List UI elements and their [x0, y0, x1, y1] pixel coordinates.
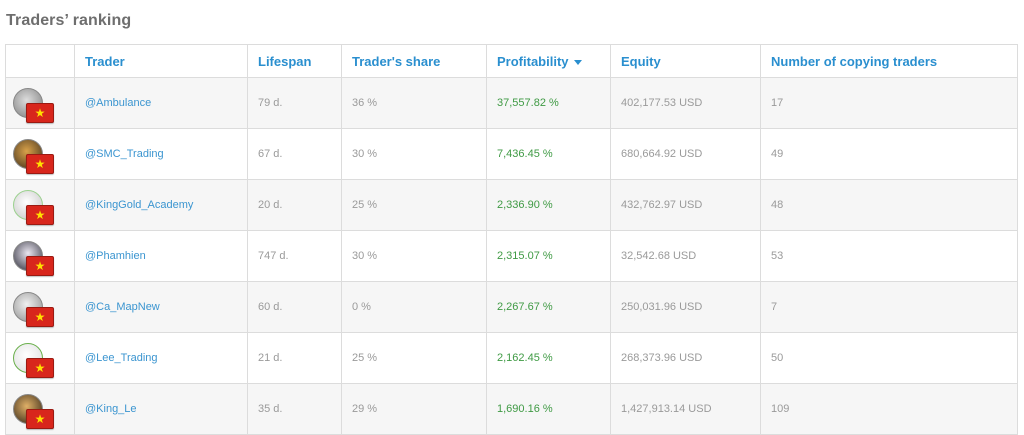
- share-cell: 0 %: [341, 281, 487, 333]
- copying-traders-cell: 109: [760, 383, 1018, 435]
- trader-cell: @SMC_Trading: [74, 128, 248, 180]
- table-row: ★ @Lee_Trading 21 d. 25 % 2,162.45 % 268…: [5, 332, 1018, 384]
- profitability-cell: 2,336.90 %: [486, 179, 611, 231]
- avatar[interactable]: ★: [13, 343, 54, 378]
- trader-link[interactable]: @Lee_Trading: [85, 352, 158, 364]
- avatar[interactable]: ★: [13, 88, 54, 123]
- traders-ranking-table: Trader Lifespan Trader's share Profitabi…: [5, 44, 1018, 435]
- column-header-equity[interactable]: Equity: [610, 44, 761, 78]
- trader-link[interactable]: @Ca_MapNew: [85, 301, 160, 313]
- column-header-copying-label: Number of copying traders: [771, 53, 938, 69]
- profitability-cell: 2,267.67 %: [486, 281, 611, 333]
- avatar-cell: ★: [5, 332, 75, 384]
- lifespan-cell: 20 d.: [247, 179, 342, 231]
- table-header: Trader Lifespan Trader's share Profitabi…: [5, 44, 1018, 78]
- vietnam-flag-icon: ★: [26, 103, 54, 123]
- equity-cell: 432,762.97 USD: [610, 179, 761, 231]
- copying-traders-cell: 49: [760, 128, 1018, 180]
- column-header-share-label: Trader's share: [352, 53, 441, 69]
- trader-link[interactable]: @Ambulance: [85, 97, 151, 109]
- share-cell: 30 %: [341, 128, 487, 180]
- page-title: Traders’ ranking: [6, 12, 132, 29]
- lifespan-cell: 67 d.: [247, 128, 342, 180]
- column-header-copying[interactable]: Number of copying traders: [760, 44, 1018, 78]
- table-row: ★ @Ambulance 79 d. 36 % 37,557.82 % 402,…: [5, 77, 1018, 129]
- copying-traders-cell: 17: [760, 77, 1018, 129]
- avatar-cell: ★: [5, 230, 75, 282]
- column-header-share[interactable]: Trader's share: [341, 44, 487, 78]
- equity-cell: 250,031.96 USD: [610, 281, 761, 333]
- copying-traders-cell: 50: [760, 332, 1018, 384]
- equity-cell: 680,664.92 USD: [610, 128, 761, 180]
- share-cell: 36 %: [341, 77, 487, 129]
- table-row: ★ @KingGold_Academy 20 d. 25 % 2,336.90 …: [5, 179, 1018, 231]
- column-header-profitability[interactable]: Profitability: [486, 44, 611, 78]
- vietnam-flag-icon: ★: [26, 409, 54, 429]
- vietnam-flag-icon: ★: [26, 358, 54, 378]
- profitability-cell: 37,557.82 %: [486, 77, 611, 129]
- avatar-cell: ★: [5, 128, 75, 180]
- equity-cell: 268,373.96 USD: [610, 332, 761, 384]
- copying-traders-cell: 48: [760, 179, 1018, 231]
- equity-cell: 402,177.53 USD: [610, 77, 761, 129]
- avatar[interactable]: ★: [13, 292, 54, 327]
- table-body: ★ @Ambulance 79 d. 36 % 37,557.82 % 402,…: [5, 77, 1018, 435]
- trader-cell: @King_Le: [74, 383, 248, 435]
- profitability-cell: 2,315.07 %: [486, 230, 611, 282]
- lifespan-cell: 21 d.: [247, 332, 342, 384]
- profitability-cell: 7,436.45 %: [486, 128, 611, 180]
- vietnam-flag-icon: ★: [26, 307, 54, 327]
- copying-traders-cell: 7: [760, 281, 1018, 333]
- trader-link[interactable]: @King_Le: [85, 403, 137, 415]
- profitability-cell: 2,162.45 %: [486, 332, 611, 384]
- lifespan-cell: 747 d.: [247, 230, 342, 282]
- avatar[interactable]: ★: [13, 139, 54, 174]
- column-header-lifespan[interactable]: Lifespan: [247, 44, 342, 78]
- vietnam-flag-icon: ★: [26, 154, 54, 174]
- avatar[interactable]: ★: [13, 190, 54, 225]
- copying-traders-cell: 53: [760, 230, 1018, 282]
- avatar[interactable]: ★: [13, 241, 54, 276]
- equity-cell: 32,542.68 USD: [610, 230, 761, 282]
- trader-link[interactable]: @Phamhien: [85, 250, 146, 262]
- trader-cell: @Phamhien: [74, 230, 248, 282]
- vietnam-flag-icon: ★: [26, 205, 54, 225]
- vietnam-flag-icon: ★: [26, 256, 54, 276]
- column-header-avatar: [5, 44, 75, 78]
- share-cell: 25 %: [341, 179, 487, 231]
- lifespan-cell: 35 d.: [247, 383, 342, 435]
- column-header-trader-label: Trader: [85, 53, 125, 69]
- avatar-cell: ★: [5, 383, 75, 435]
- avatar-cell: ★: [5, 281, 75, 333]
- table-row: ★ @Phamhien 747 d. 30 % 2,315.07 % 32,54…: [5, 230, 1018, 282]
- sort-descending-icon: [573, 59, 582, 65]
- column-header-profitability-label: Profitability: [497, 53, 569, 69]
- trader-cell: @Lee_Trading: [74, 332, 248, 384]
- table-row: ★ @King_Le 35 d. 29 % 1,690.16 % 1,427,9…: [5, 383, 1018, 435]
- trader-cell: @KingGold_Academy: [74, 179, 248, 231]
- column-header-lifespan-label: Lifespan: [258, 53, 312, 69]
- share-cell: 29 %: [341, 383, 487, 435]
- avatar-cell: ★: [5, 77, 75, 129]
- profitability-cell: 1,690.16 %: [486, 383, 611, 435]
- lifespan-cell: 79 d.: [247, 77, 342, 129]
- trader-cell: @Ca_MapNew: [74, 281, 248, 333]
- share-cell: 30 %: [341, 230, 487, 282]
- column-header-equity-label: Equity: [621, 53, 661, 69]
- table-row: ★ @SMC_Trading 67 d. 30 % 7,436.45 % 680…: [5, 128, 1018, 180]
- lifespan-cell: 60 d.: [247, 281, 342, 333]
- trader-cell: @Ambulance: [74, 77, 248, 129]
- share-cell: 25 %: [341, 332, 487, 384]
- trader-link[interactable]: @KingGold_Academy: [85, 199, 193, 211]
- column-header-trader[interactable]: Trader: [74, 44, 248, 78]
- avatar[interactable]: ★: [13, 394, 54, 429]
- equity-cell: 1,427,913.14 USD: [610, 383, 761, 435]
- avatar-cell: ★: [5, 179, 75, 231]
- trader-link[interactable]: @SMC_Trading: [85, 148, 164, 160]
- table-row: ★ @Ca_MapNew 60 d. 0 % 2,267.67 % 250,03…: [5, 281, 1018, 333]
